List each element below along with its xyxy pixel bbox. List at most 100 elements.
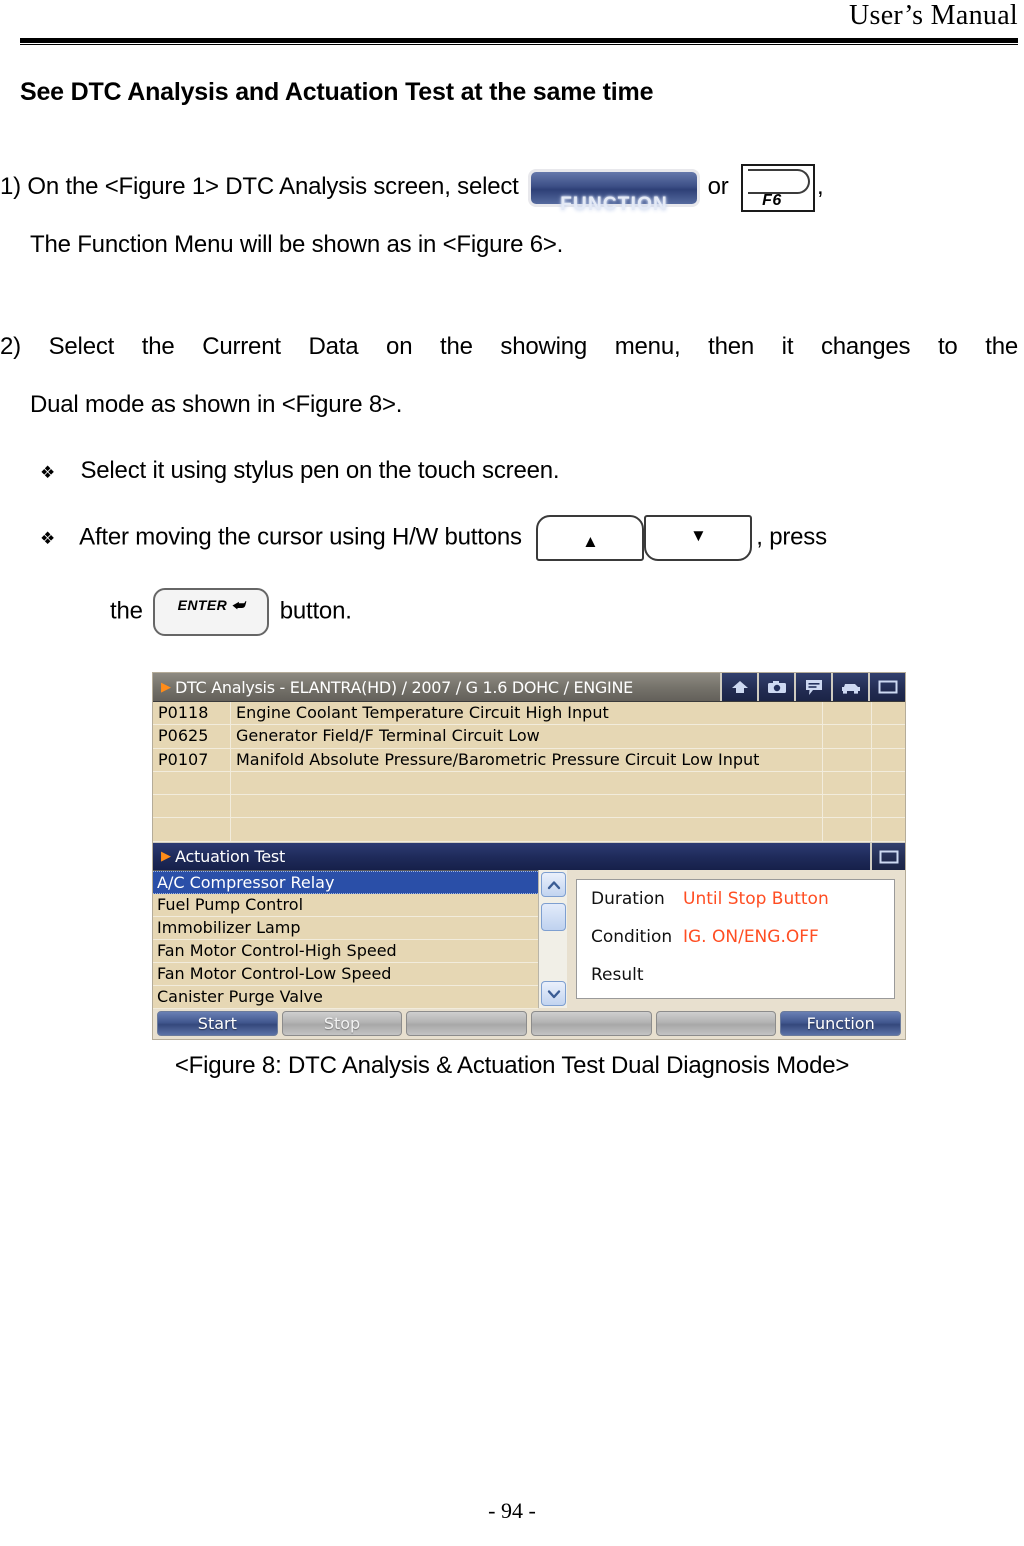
camera-icon[interactable] <box>757 673 794 701</box>
figure-caption: <Figure 8: DTC Analysis & Actuation Test… <box>174 1052 850 1079</box>
diamond-bullet-icon: ❖ <box>40 529 56 549</box>
dtc-extra-cell-a <box>823 818 872 841</box>
fkey-button-4[interactable] <box>531 1011 652 1036</box>
dtc-code-cell: P0625 <box>153 725 231 748</box>
dtc-code-cell <box>153 818 231 841</box>
f6-key-cap: F6 <box>748 168 810 209</box>
arrow-down-icon: ▼ <box>689 526 707 545</box>
dtc-extra-cell-b <box>872 818 905 840</box>
home-icon[interactable] <box>720 673 757 701</box>
dtc-extra-cell-b <box>872 725 905 747</box>
fkey-button-5[interactable] <box>655 1011 777 1036</box>
list-scrollbar[interactable] <box>538 870 567 1008</box>
dtc-desc-cell <box>231 818 823 841</box>
step-1-or: or <box>707 173 729 200</box>
triangle-right-icon: ▶ <box>161 679 171 695</box>
enter-key-graphic[interactable]: ENTER ⮨ <box>153 588 270 636</box>
dtc-desc-cell <box>231 771 823 795</box>
f6-key-label: F6 <box>762 191 782 209</box>
comment-icon[interactable] <box>794 673 831 701</box>
stop-button[interactable]: Stop <box>281 1011 403 1036</box>
scroll-up-icon[interactable] <box>541 872 566 897</box>
list-item[interactable]: Canister Purge Valve <box>153 986 538 1009</box>
duration-value: Until Stop Button <box>683 889 829 909</box>
function-button-bar: Start Stop Function <box>153 1008 905 1039</box>
info-row-duration: Duration Until Stop Button <box>591 889 894 927</box>
list-item[interactable]: Fan Motor Control-High Speed <box>153 940 538 963</box>
dtc-extra-cell-b <box>872 702 905 724</box>
enter-sentence-after: button. <box>279 597 352 625</box>
f6-key-graphic[interactable]: F6 <box>741 163 815 212</box>
function-button[interactable]: Function <box>780 1011 902 1036</box>
bullet-item-1: ❖ Select it using stylus pen on the touc… <box>40 457 560 485</box>
dtc-extra-cell-a <box>823 725 872 748</box>
condition-value: IG. ON/ENG.OFF <box>683 927 819 947</box>
table-row[interactable]: P0625 Generator Field/F Terminal Circuit… <box>153 725 905 749</box>
enter-sentence-before: the <box>110 597 143 625</box>
dtc-analysis-titlebar: ▶ DTC Analysis - ELANTRA(HD) / 2007 / G … <box>153 673 905 701</box>
dtc-code-cell: P0118 <box>153 702 231 725</box>
bullet-item-2-text-before: After moving the cursor using H/W button… <box>79 523 522 551</box>
actuation-test-list[interactable]: A/C Compressor Relay Fuel Pump Control I… <box>153 870 538 1009</box>
step-2-paragraph: 2) Select the Current Data on the showin… <box>0 318 1018 434</box>
dtc-code-table: P0118 Engine Coolant Temperature Circuit… <box>153 701 905 842</box>
dtc-code-cell <box>153 795 231 818</box>
header-divider <box>20 38 1018 45</box>
table-row[interactable] <box>153 795 905 819</box>
dtc-extra-cell-a <box>823 702 872 725</box>
list-item[interactable]: Fan Motor Control-Low Speed <box>153 963 538 986</box>
scrollbar-thumb[interactable] <box>541 903 566 931</box>
dtc-extra-cell-b <box>872 772 905 794</box>
step-1-text-before: 1) On the <Figure 1> DTC Analysis screen… <box>0 173 519 200</box>
scroll-down-icon[interactable] <box>541 981 566 1006</box>
diamond-bullet-icon: ❖ <box>40 463 56 482</box>
enter-key-label: ENTER ⮨ <box>177 597 245 613</box>
function-button-graphic[interactable]: FUNCTION <box>531 171 698 215</box>
list-item[interactable]: A/C Compressor Relay <box>153 871 538 894</box>
dtc-extra-cell-a <box>823 795 872 818</box>
fkey-button-3[interactable] <box>406 1011 528 1036</box>
bullet-item-2: ❖ After moving the cursor using H/W butt… <box>40 515 827 561</box>
step-1-line-1: 1) On the <Figure 1> DTC Analysis screen… <box>0 158 1020 216</box>
dtc-code-cell <box>153 771 231 795</box>
dtc-extra-cell-a <box>823 771 872 795</box>
maximize-icon[interactable] <box>870 843 905 870</box>
info-row-result: Result <box>591 965 894 1003</box>
dtc-analysis-title: DTC Analysis - ELANTRA(HD) / 2007 / G 1.… <box>175 677 633 697</box>
dtc-extra-cell-a <box>823 748 872 771</box>
actuation-test-titlebar: ▶ Actuation Test <box>153 842 905 870</box>
actuation-test-body: A/C Compressor Relay Fuel Pump Control I… <box>153 870 905 1009</box>
down-arrow-key-graphic[interactable]: ▼ <box>644 515 753 561</box>
up-arrow-key-graphic[interactable]: ▲ <box>536 515 645 561</box>
bullet-item-2-text-after: , press <box>756 523 827 551</box>
table-row[interactable]: P0107 Manifold Absolute Pressure/Baromet… <box>153 748 905 772</box>
arrow-up-icon: ▲ <box>581 532 599 551</box>
table-row[interactable] <box>153 771 905 796</box>
duration-label: Duration <box>591 889 665 909</box>
result-label: Result <box>591 965 644 985</box>
page-number: - 94 - <box>488 1498 536 1523</box>
dtc-desc-cell: Manifold Absolute Pressure/Barometric Pr… <box>231 748 823 771</box>
condition-label: Condition <box>591 927 673 947</box>
step-2-line-2: Dual mode as shown in <Figure 8>. <box>30 391 403 418</box>
manual-title: User’s Manual <box>848 0 1018 31</box>
bullet-item-1-text: Select it using stylus pen on the touch … <box>80 457 560 484</box>
step-1-line-2: The Function Menu will be shown as in <F… <box>30 231 564 258</box>
dtc-desc-cell: Generator Field/F Terminal Circuit Low <box>231 725 823 748</box>
maximize-icon[interactable] <box>868 673 905 701</box>
list-item[interactable]: Immobilizer Lamp <box>153 917 538 940</box>
dtc-desc-cell: Engine Coolant Temperature Circuit High … <box>231 702 823 725</box>
start-button[interactable]: Start <box>157 1011 278 1036</box>
table-row[interactable] <box>153 818 905 842</box>
titlebar-icon-group <box>720 673 905 701</box>
step-1-paragraph: 1) On the <Figure 1> DTC Analysis screen… <box>0 158 1020 274</box>
car-icon[interactable] <box>831 673 868 701</box>
step-1-comma: , <box>817 173 824 200</box>
function-button-label: FUNCTION <box>560 193 668 215</box>
info-row-condition: Condition IG. ON/ENG.OFF <box>591 927 894 965</box>
list-item[interactable]: Fuel Pump Control <box>153 894 538 917</box>
table-row[interactable]: P0118 Engine Coolant Temperature Circuit… <box>153 702 905 726</box>
actuation-test-info-panel: Duration Until Stop Button Condition IG.… <box>576 879 895 999</box>
dtc-code-cell: P0107 <box>153 748 231 771</box>
triangle-right-icon: ▶ <box>161 849 171 864</box>
